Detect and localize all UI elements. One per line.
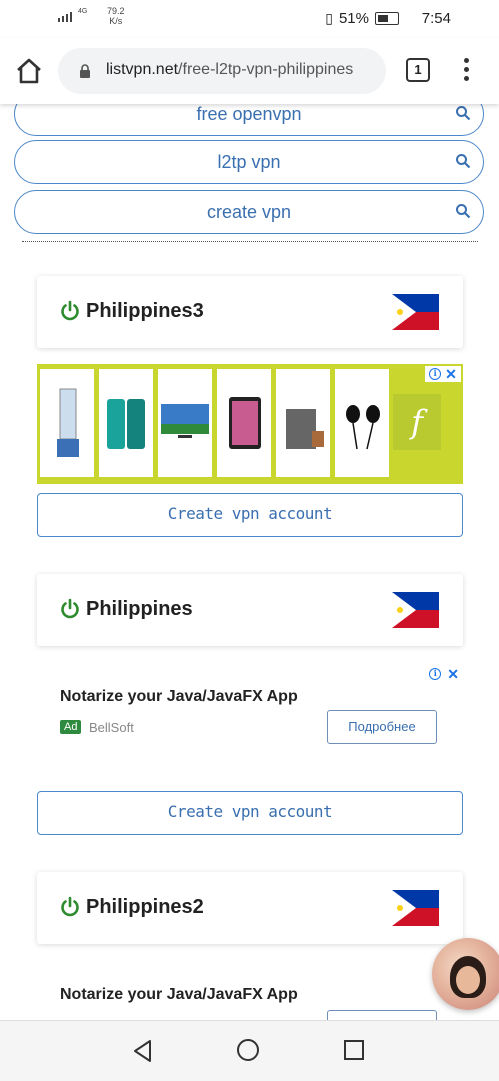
- search-pill-free-openvpn[interactable]: free openvpn: [14, 104, 484, 136]
- speed-value: 79.2: [107, 6, 125, 16]
- philippines-flag-icon: [392, 294, 439, 330]
- battery-icon: [375, 12, 399, 25]
- address-bar[interactable]: listvpn.net/free-l2tp-vpn-philippines: [58, 48, 386, 94]
- philippines-flag-icon: [392, 890, 439, 926]
- avatar-face: [456, 966, 480, 994]
- lock-icon: [80, 64, 90, 78]
- search-icon: [456, 154, 471, 169]
- system-navigation-bar: [0, 1020, 499, 1081]
- ad-headline[interactable]: Notarize your Java/JavaFX App: [60, 688, 298, 706]
- ad-choices[interactable]: i ✕: [425, 366, 461, 382]
- philippines-flag-icon: [392, 592, 439, 628]
- page-content: free openvpn l2tp vpn create vpn Philipp…: [0, 104, 499, 1020]
- search-pill-label: l2tp vpn: [217, 152, 281, 172]
- status-bar: 4G 79.2 K/s ▯ 51% 7:54: [0, 0, 499, 38]
- server-card[interactable]: Philippines3: [37, 276, 463, 348]
- text-ad[interactable]: Notarize your Java/JavaFX App: [37, 962, 463, 1020]
- back-icon[interactable]: [132, 1039, 154, 1063]
- server-name: Philippines3: [86, 300, 204, 322]
- url-text: listvpn.net/free-l2tp-vpn-philippines: [106, 61, 353, 79]
- url-host: listvpn.net: [106, 61, 179, 78]
- product-ad-banner[interactable]: f i ✕: [37, 364, 463, 484]
- server-name: Philippines: [86, 598, 193, 620]
- power-icon: [61, 300, 79, 321]
- juicer-image: [276, 369, 330, 477]
- ad-more-button[interactable]: Подробнее: [327, 710, 437, 744]
- advertiser-logo: f: [393, 394, 441, 450]
- close-icon[interactable]: ✕: [445, 367, 457, 381]
- ad-headline[interactable]: Notarize your Java/JavaFX App: [60, 986, 298, 1004]
- power-icon: [61, 896, 79, 917]
- vibrate-icon: ▯: [325, 10, 333, 26]
- text-ad[interactable]: Notarize your Java/JavaFX App Ad BellSof…: [37, 664, 463, 774]
- recents-icon[interactable]: [344, 1040, 364, 1060]
- divider: [22, 241, 478, 242]
- search-pill-create-vpn[interactable]: create vpn: [14, 190, 484, 234]
- server-name: Philippines2: [86, 896, 204, 918]
- blender-image: [40, 369, 94, 477]
- server-card[interactable]: Philippines2: [37, 872, 463, 944]
- chat-head-avatar[interactable]: [432, 938, 499, 1010]
- home-nav-icon[interactable]: [237, 1039, 259, 1061]
- home-icon[interactable]: [14, 56, 44, 86]
- info-icon[interactable]: i: [429, 668, 442, 680]
- search-icon: [456, 106, 471, 121]
- clock: 7:54: [421, 10, 451, 27]
- speed-unit: K/s: [109, 16, 123, 26]
- info-icon[interactable]: i: [429, 368, 442, 380]
- tv-image: [158, 369, 212, 477]
- ad-choices[interactable]: i ✕: [429, 666, 459, 682]
- signal-icon: [58, 12, 72, 22]
- search-pill-l2tp-vpn[interactable]: l2tp vpn: [14, 140, 484, 184]
- network-type: 4G: [78, 8, 88, 15]
- ad-advertiser: BellSoft: [89, 720, 134, 735]
- search-pill-label: free openvpn: [196, 104, 302, 124]
- tab-switcher-button[interactable]: 1: [406, 58, 430, 82]
- create-vpn-account-button[interactable]: Create vpn account: [37, 493, 463, 537]
- phone-image: [99, 369, 153, 477]
- power-icon: [61, 598, 79, 619]
- network-speed: 79.2 K/s: [107, 6, 125, 26]
- browser-toolbar: listvpn.net/free-l2tp-vpn-philippines 1: [0, 38, 499, 104]
- create-vpn-account-button[interactable]: Create vpn account: [37, 791, 463, 835]
- close-icon[interactable]: ✕: [447, 667, 459, 681]
- overflow-menu-icon[interactable]: [462, 58, 470, 84]
- tablet-image: [217, 369, 271, 477]
- ad-badge: Ad: [60, 720, 82, 734]
- battery-percent: 51%: [338, 10, 369, 27]
- search-icon: [456, 204, 471, 219]
- search-pill-label: create vpn: [206, 202, 292, 222]
- ad-more-button[interactable]: [327, 1010, 437, 1020]
- earphones-image: [335, 369, 389, 477]
- url-path: /free-l2tp-vpn-philippines: [178, 61, 354, 78]
- server-card[interactable]: Philippines: [37, 574, 463, 646]
